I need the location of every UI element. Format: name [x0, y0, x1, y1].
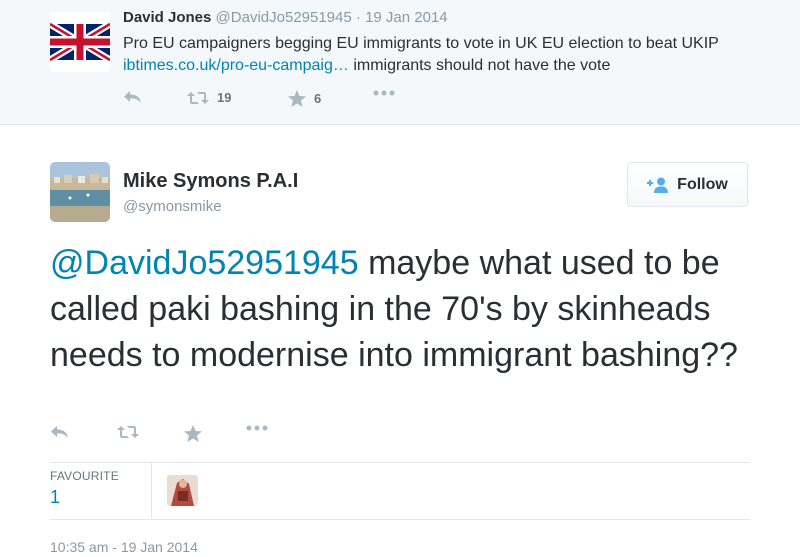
author-handle[interactable]: @symonsmike: [123, 198, 222, 215]
more-button[interactable]: [246, 425, 268, 431]
favorite-count: 6: [314, 91, 322, 106]
union-jack-flag-icon: [50, 12, 110, 72]
favorite-button[interactable]: 6: [288, 90, 321, 107]
favouriter-avatar[interactable]: [167, 475, 198, 506]
divider: [50, 519, 750, 520]
favourite-label: FAVOURITE: [50, 469, 119, 483]
main-tweet-text: @DavidJo52951945 maybe what used to be c…: [50, 240, 750, 378]
reply-button[interactable]: [123, 90, 143, 104]
avatar[interactable]: [50, 12, 110, 72]
divider: [50, 462, 750, 463]
retweet-icon: [187, 91, 209, 104]
parent-tweet[interactable]: David Jones @DavidJo52951945 · 19 Jan 20…: [0, 0, 800, 125]
reply-icon: [124, 91, 141, 103]
reply-icon: [51, 426, 68, 438]
favorite-star-icon: [184, 425, 202, 442]
retweet-button[interactable]: 19: [187, 90, 231, 105]
author-handle[interactable]: @DavidJo52951945: [216, 9, 352, 26]
divider: [151, 463, 152, 518]
favorite-button[interactable]: [184, 425, 202, 442]
parent-tweet-text: Pro EU campaigners begging EU immigrants…: [123, 33, 783, 77]
follow-user-icon: [647, 177, 669, 193]
follow-label: Follow: [677, 175, 728, 193]
author-name[interactable]: Mike Symons P.A.I: [123, 170, 298, 193]
favorite-star-icon: [288, 90, 306, 107]
tweet-date[interactable]: 19 Jan 2014: [365, 9, 448, 26]
more-button[interactable]: [373, 90, 395, 96]
tweet-text-part: Pro EU campaigners begging EU immigrants…: [123, 35, 719, 52]
retweet-count: 19: [217, 90, 232, 105]
user-photo-icon: [167, 475, 198, 506]
mention-link[interactable]: @DavidJo52951945: [50, 244, 359, 282]
avatar[interactable]: [50, 162, 110, 222]
more-icon: [373, 90, 395, 96]
retweet-button[interactable]: [117, 425, 139, 439]
reply-button[interactable]: [50, 425, 70, 439]
tweet-timestamp[interactable]: 10:35 am - 19 Jan 2014: [50, 539, 198, 555]
author-name[interactable]: David Jones: [123, 9, 211, 26]
favourite-count[interactable]: 1: [50, 487, 60, 508]
separator: ·: [351, 9, 366, 26]
parent-tweet-header: David Jones @DavidJo52951945 · 19 Jan 20…: [123, 9, 448, 26]
more-icon: [246, 425, 268, 431]
tweet-text-part: immigrants should not have the vote: [348, 57, 611, 74]
tweet-link[interactable]: ibtimes.co.uk/pro-eu-campaig…: [123, 57, 349, 74]
coastal-town-photo-icon: [50, 162, 110, 222]
follow-button[interactable]: Follow: [627, 162, 748, 207]
retweet-icon: [117, 426, 139, 438]
